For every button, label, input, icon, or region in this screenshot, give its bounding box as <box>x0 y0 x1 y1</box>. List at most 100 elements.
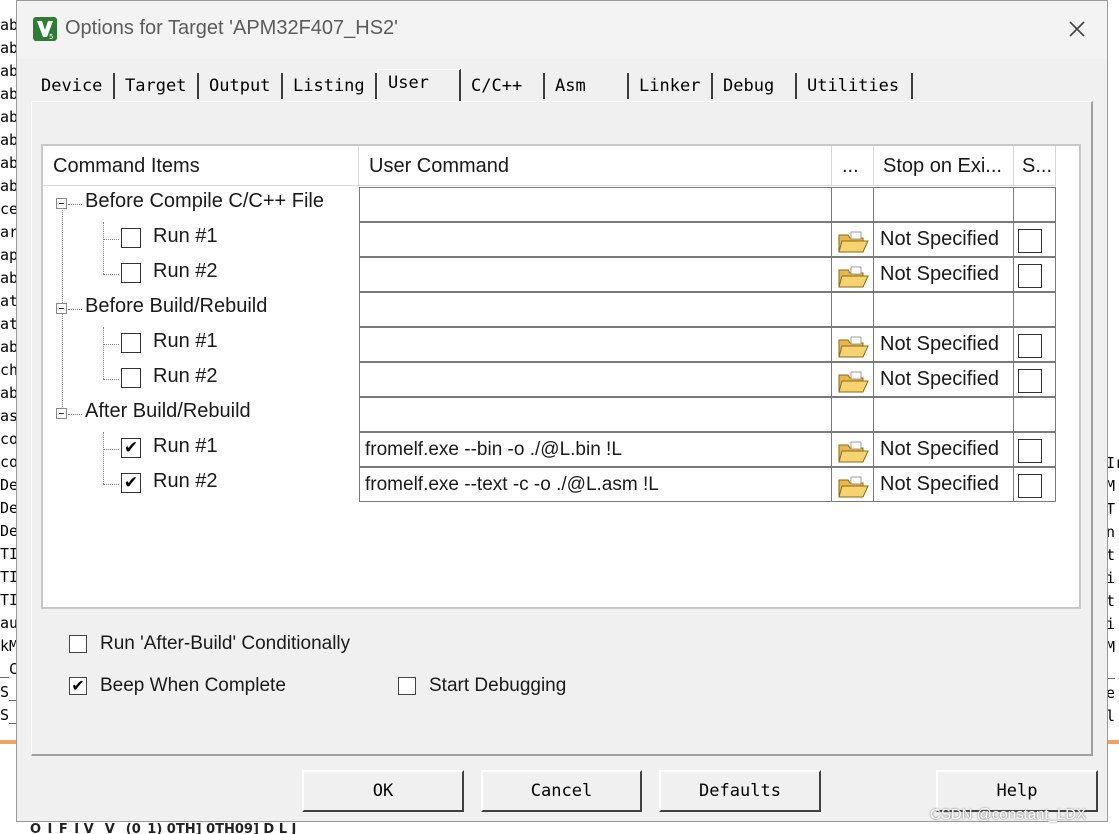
stop-on-exit-select[interactable]: Not Specified <box>874 257 1014 292</box>
header-stop-on-exit[interactable]: Stop on Exi... <box>874 146 1014 186</box>
group-browse-cell <box>832 187 874 222</box>
s-checkbox-cell[interactable] <box>1014 327 1056 362</box>
user-command-input[interactable] <box>359 222 832 257</box>
header-command-items[interactable]: Command Items <box>43 146 359 186</box>
header-s[interactable]: S... <box>1014 146 1056 186</box>
editor-fragment: ab <box>0 62 16 80</box>
tree-line <box>103 484 119 485</box>
run-enable-checkbox[interactable] <box>121 228 141 248</box>
editor-fragment: ab <box>0 384 16 402</box>
run-enable-checkbox[interactable]: ✔ <box>121 438 141 458</box>
beep-when-complete-checkbox[interactable]: ✔ <box>69 677 87 695</box>
s-checkbox[interactable] <box>1018 474 1042 498</box>
user-command-input[interactable]: fromelf.exe --bin -o ./@L.bin !L <box>359 432 832 467</box>
user-command-input[interactable] <box>359 257 832 292</box>
s-checkbox-cell[interactable] <box>1014 222 1056 257</box>
s-checkbox[interactable] <box>1018 334 1042 358</box>
header-user-command[interactable]: User Command <box>359 146 832 186</box>
defaults-button[interactable]: Defaults <box>659 770 821 812</box>
collapse-icon[interactable] <box>56 198 67 209</box>
editor-fragment: ch <box>0 361 16 379</box>
tab-listing[interactable]: Listing <box>283 73 377 99</box>
run-after-build-conditionally-checkbox[interactable] <box>69 635 87 653</box>
folder-open-icon <box>837 229 869 255</box>
close-icon[interactable] <box>1063 15 1091 43</box>
run-row: ✔ Run #2 fromelf.exe --text -c -o ./@L.asm… <box>43 467 1083 502</box>
s-checkbox[interactable] <box>1018 439 1042 463</box>
browse-button[interactable] <box>832 467 874 502</box>
group-label: Before Compile C/C++ File <box>85 190 324 212</box>
user-command-input[interactable]: fromelf.exe --text -c -o ./@L.asm !L <box>359 467 832 502</box>
user-command-input[interactable] <box>359 327 832 362</box>
run-label: Run #1 <box>153 435 218 457</box>
editor-fragment: as <box>0 407 16 425</box>
group-command-cell <box>359 397 832 432</box>
stop-on-exit-select[interactable]: Not Specified <box>874 432 1014 467</box>
editor-fragment: au <box>0 614 16 632</box>
tab-linker[interactable]: Linker <box>629 73 713 99</box>
window-title: Options for Target 'APM32F407_HS2' <box>65 17 398 39</box>
browse-button[interactable] <box>832 222 874 257</box>
browse-button[interactable] <box>832 362 874 397</box>
stop-on-exit-select[interactable]: Not Specified <box>874 362 1014 397</box>
browse-button[interactable] <box>832 432 874 467</box>
s-checkbox-cell[interactable] <box>1014 467 1056 502</box>
header-browse[interactable]: ... <box>832 146 874 186</box>
start-debugging-label: Start Debugging <box>429 675 567 696</box>
stop-on-exit-select[interactable]: Not Specified <box>874 327 1014 362</box>
collapse-icon[interactable] <box>56 303 67 314</box>
folder-open-icon <box>837 264 869 290</box>
s-checkbox-cell[interactable] <box>1014 432 1056 467</box>
run-enable-checkbox[interactable]: ✔ <box>121 473 141 493</box>
user-command-input[interactable] <box>359 362 832 397</box>
run-enable-checkbox[interactable] <box>121 333 141 353</box>
tab-debug[interactable]: Debug <box>713 73 797 99</box>
group-row: Before Build/Rebuild <box>43 292 1083 327</box>
run-enable-checkbox[interactable] <box>121 263 141 283</box>
tab-user[interactable]: User <box>377 69 461 101</box>
cancel-button[interactable]: Cancel <box>481 770 642 812</box>
editor-fragment: ab <box>0 39 16 57</box>
s-checkbox-cell[interactable] <box>1014 257 1056 292</box>
collapse-icon[interactable] <box>56 408 67 419</box>
tab-utilities[interactable]: Utilities <box>797 73 913 99</box>
folder-open-icon <box>837 369 869 395</box>
run-after-build-conditionally-label: Run 'After-Build' Conditionally <box>100 633 351 654</box>
tab-c-cpp[interactable]: C/C++ <box>461 73 545 99</box>
editor-fragment: _C <box>0 660 16 678</box>
editor-fragment: TI <box>0 591 16 609</box>
group-browse-cell <box>832 397 874 432</box>
start-debugging-checkbox[interactable] <box>398 677 416 695</box>
tab-device[interactable]: Device <box>31 73 115 99</box>
editor-fragment: ab <box>0 131 16 149</box>
stop-on-exit-select[interactable]: Not Specified <box>874 222 1014 257</box>
background-editor-left: ab ab ab ab ab ab ab ab ce ar ap ab at at ab ch ab as co co… <box>0 14 16 727</box>
editor-fragment: ab <box>0 269 16 287</box>
run-enable-checkbox[interactable] <box>121 368 141 388</box>
s-checkbox-cell[interactable] <box>1014 362 1056 397</box>
ok-button[interactable]: OK <box>302 770 464 812</box>
browse-button[interactable] <box>832 257 874 292</box>
editor-fragment: kM <box>0 637 16 655</box>
s-checkbox[interactable] <box>1018 229 1042 253</box>
editor-fragment: ab <box>0 85 16 103</box>
editor-fragment: ar <box>0 223 16 241</box>
s-checkbox[interactable] <box>1018 264 1042 288</box>
group-command-cell <box>359 187 832 222</box>
browse-button[interactable] <box>832 327 874 362</box>
stop-on-exit-select[interactable]: Not Specified <box>874 467 1014 502</box>
s-checkbox[interactable] <box>1018 369 1042 393</box>
group-browse-cell <box>832 292 874 327</box>
run-label: Run #2 <box>153 260 218 282</box>
tab-asm[interactable]: Asm <box>545 73 629 99</box>
title-bar: 5 Options for Target 'APM32F407_HS2' <box>17 1 1107 59</box>
editor-fragment: TI <box>0 545 16 563</box>
tree-line <box>68 309 82 310</box>
editor-fragment: De <box>0 522 16 540</box>
group-row: After Build/Rebuild <box>43 397 1083 432</box>
tab-target[interactable]: Target <box>115 73 199 99</box>
editor-fragment: TI <box>0 568 16 586</box>
tree-line <box>103 274 119 275</box>
run-label: Run #2 <box>153 365 218 387</box>
tab-output[interactable]: Output <box>199 73 283 99</box>
